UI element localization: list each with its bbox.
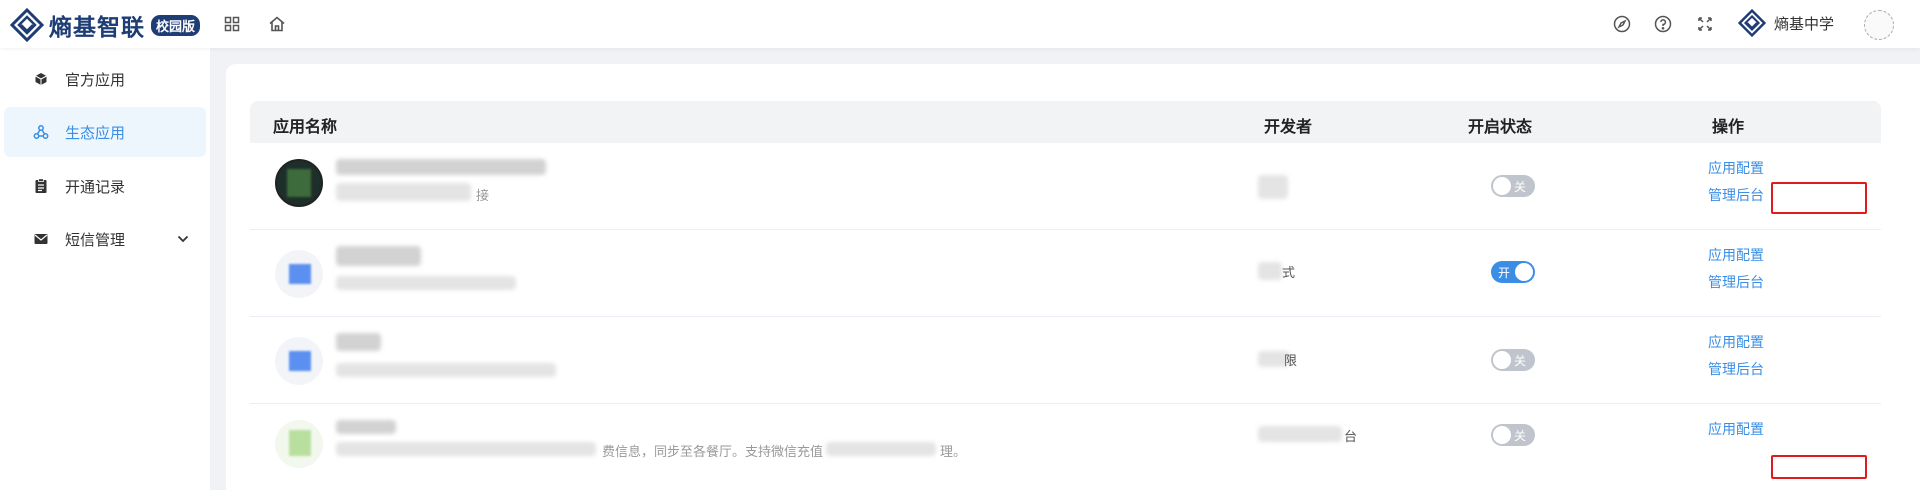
app-desc-redacted: [336, 183, 471, 201]
sidebar: 官方应用 生态应用 开通记录 短信管理: [0, 48, 210, 490]
app-name-redacted: [336, 420, 396, 434]
app-name-redacted: [336, 159, 546, 175]
app-desc-redacted: [336, 276, 516, 290]
toggle-knob: [1493, 351, 1511, 369]
developer-redacted: [1258, 426, 1342, 442]
highlight-box: [1771, 182, 1867, 214]
header-developer: 开发者: [1264, 117, 1313, 136]
grid-icon[interactable]: [221, 13, 243, 35]
ecosystem-icon: [32, 123, 50, 141]
table-row: 费信息，同步至各餐厅。支持微信充值 理。 台 关 应用配置: [250, 404, 1881, 490]
toggle-knob: [1493, 426, 1511, 444]
cube-icon: [32, 70, 50, 88]
app-icon: [275, 250, 323, 298]
sidebar-item-label: 短信管理: [65, 230, 126, 249]
fullscreen-icon[interactable]: [1694, 13, 1716, 35]
developer-fragment: 台: [1344, 430, 1358, 445]
table-row: 接 关 应用配置 管理后台: [250, 143, 1881, 230]
app-name-redacted: [336, 333, 381, 351]
sidebar-item-official-apps[interactable]: 官方应用: [4, 54, 206, 104]
school-switcher[interactable]: 熵基中学: [1738, 9, 1834, 37]
sidebar-item-sms-management[interactable]: 短信管理: [4, 214, 206, 264]
toggle-text: 关: [1514, 429, 1527, 443]
app-config-link[interactable]: 应用配置: [1708, 419, 1764, 439]
home-icon[interactable]: [266, 13, 288, 35]
sidebar-item-label: 生态应用: [65, 123, 126, 142]
toggle-knob: [1515, 263, 1533, 281]
toggle-knob: [1493, 177, 1511, 195]
sidebar-item-activation-records[interactable]: 开通记录: [4, 161, 206, 211]
toggle-text: 关: [1514, 354, 1527, 368]
table-header: 应用名称 开发者 开启状态 操作: [250, 101, 1881, 143]
status-toggle[interactable]: 关: [1491, 424, 1535, 446]
header-status: 开启状态: [1468, 117, 1533, 136]
mail-icon: [32, 230, 50, 248]
app-desc-redacted: [336, 442, 596, 456]
developer-redacted: [1258, 175, 1288, 199]
developer-redacted: [1258, 262, 1282, 280]
brand-badge: 校园版: [151, 14, 201, 36]
header-actions: 操作: [1712, 117, 1745, 136]
app-config-link[interactable]: 应用配置: [1708, 158, 1764, 178]
admin-backend-link[interactable]: 管理后台: [1708, 272, 1764, 292]
status-toggle[interactable]: 开: [1491, 261, 1535, 283]
compass-icon[interactable]: [1611, 13, 1633, 35]
sidebar-item-label: 官方应用: [65, 70, 126, 89]
table-row: 限 关 应用配置 管理后台: [250, 317, 1881, 404]
app-list-card: 应用名称 开发者 开启状态 操作 接 关 应用配置 管理后台 式 开 应用配置 …: [226, 64, 1920, 490]
user-avatar[interactable]: [1864, 10, 1894, 40]
app-desc-redacted: [826, 442, 936, 456]
app-desc-fragment: 费信息，同步至各餐厅。支持微信充值: [602, 445, 824, 460]
status-toggle[interactable]: 关: [1491, 175, 1535, 197]
top-bar: 熵基智联 校园版 熵基中学: [0, 0, 1920, 48]
header-app-name: 应用名称: [273, 117, 338, 136]
chevron-down-icon[interactable]: [176, 232, 190, 246]
toggle-text: 关: [1514, 180, 1527, 194]
sidebar-item-label: 开通记录: [65, 177, 126, 196]
app-icon: [275, 159, 323, 207]
app-name-redacted: [336, 246, 421, 266]
brand-logo[interactable]: 熵基智联 校园版: [10, 8, 201, 42]
developer-fragment: 式: [1282, 266, 1296, 281]
app-desc-fragment: 理。: [940, 445, 967, 460]
admin-backend-link[interactable]: 管理后台: [1708, 185, 1764, 205]
school-name: 熵基中学: [1774, 14, 1835, 33]
clipboard-icon: [32, 177, 50, 195]
app-desc-fragment: 接: [476, 189, 490, 204]
app-desc-redacted: [336, 363, 556, 377]
toggle-text: 开: [1498, 266, 1511, 280]
admin-backend-link[interactable]: 管理后台: [1708, 359, 1764, 379]
brand-mark-icon: [10, 8, 44, 42]
brand-name: 熵基智联: [49, 15, 145, 41]
app-config-link[interactable]: 应用配置: [1708, 332, 1764, 352]
app-icon: [275, 337, 323, 385]
app-icon: [275, 420, 323, 468]
table-row: 式 开 应用配置 管理后台: [250, 230, 1881, 317]
sidebar-item-ecosystem-apps[interactable]: 生态应用: [4, 107, 206, 157]
developer-fragment: 限: [1284, 354, 1298, 369]
status-toggle[interactable]: 关: [1491, 349, 1535, 371]
help-icon[interactable]: [1652, 13, 1674, 35]
school-logo-icon: [1738, 9, 1766, 37]
app-config-link[interactable]: 应用配置: [1708, 245, 1764, 265]
highlight-box: [1771, 455, 1867, 479]
